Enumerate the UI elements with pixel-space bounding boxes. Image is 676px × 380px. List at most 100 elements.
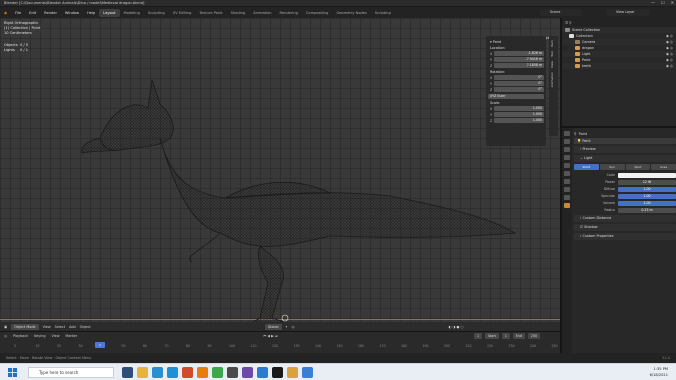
proportional-edit-icon[interactable]: ◎ (291, 325, 294, 329)
view-layer-selector[interactable]: View Layer (606, 9, 650, 16)
visibility-toggle-icon[interactable]: ◉ ◎ (666, 58, 673, 62)
workspace-tab-animation[interactable]: Animation (249, 11, 275, 15)
playhead[interactable]: 1 (95, 342, 105, 348)
rotation-x-row[interactable]: X 0° (488, 75, 544, 80)
world-tab-icon[interactable] (564, 171, 570, 176)
maximize-button[interactable]: ☐ (661, 0, 665, 7)
object-tab-icon[interactable] (564, 179, 570, 184)
light-data-name[interactable]: 💡 Point (574, 138, 676, 144)
task-view-icon[interactable] (122, 367, 133, 378)
menu-render[interactable]: Render (40, 11, 61, 15)
outliner-filter-icon[interactable]: ⚲ (569, 21, 571, 25)
property-value-field[interactable]: 1.00 (618, 200, 676, 206)
workspace-tab-scripting[interactable]: Scripting (371, 11, 395, 15)
visibility-toggle-icon[interactable]: ◉ ◎ (666, 34, 673, 38)
file-explorer-icon[interactable] (137, 367, 148, 378)
menu-object[interactable]: Object (80, 325, 91, 329)
mail-icon[interactable] (167, 367, 178, 378)
dragon-wireframe-mesh[interactable] (60, 68, 530, 328)
workspace-tab-layout[interactable]: Layout (99, 8, 120, 17)
snap-icon[interactable]: ⌖ (286, 325, 288, 329)
custom-distance-panel[interactable]: › Custom Distance (574, 215, 676, 222)
workspace-tab-sculpting[interactable]: Sculpting (144, 11, 169, 15)
scale-y-row[interactable]: Y 1.000 (488, 112, 544, 117)
light-type-point[interactable]: Point (574, 164, 599, 170)
blender-logo-icon[interactable]: ◉ (0, 11, 11, 15)
preview-panel[interactable]: › Preview (574, 146, 676, 153)
system-tray-clock[interactable]: 1:35 PM 6/18/2021 (650, 366, 668, 378)
start-frame-field[interactable]: 1 (501, 333, 510, 339)
office-icon[interactable] (182, 367, 193, 378)
tool-tab-icon[interactable] (564, 131, 570, 136)
sidebar-tab-view[interactable]: View (550, 61, 554, 68)
app-icon[interactable] (257, 367, 268, 378)
workspace-tab-compositing[interactable]: Compositing (302, 11, 333, 15)
app-icon[interactable] (272, 367, 283, 378)
minimize-button[interactable]: — (651, 0, 655, 7)
property-value-field[interactable]: 0.25 m (618, 207, 676, 213)
visibility-toggle-icon[interactable]: ◉ ◎ (666, 52, 673, 56)
render-tab-icon[interactable] (564, 139, 570, 144)
property-value-field[interactable]: 1.00 (618, 186, 676, 192)
light-data-tab-icon[interactable] (564, 203, 570, 208)
rotation-y-field[interactable]: 0° (494, 81, 544, 86)
scale-z-row[interactable]: Z 1.000 (488, 118, 544, 123)
location-z-field[interactable]: 7.1858 m (494, 63, 544, 68)
end-frame-field[interactable]: 250 (527, 333, 541, 339)
timeline-editor[interactable]: ◷ Playback Keying View Marker ⏮ ◀ ▶ ⏭ 1 … (0, 331, 560, 353)
menu-playback[interactable]: Playback (13, 334, 28, 338)
app-icon[interactable] (242, 367, 253, 378)
light-type-sun[interactable]: Sun (599, 164, 625, 170)
app-icon[interactable] (302, 367, 313, 378)
light-type-area[interactable]: Area (651, 164, 676, 170)
property-value-field[interactable]: 1.00 (618, 193, 676, 199)
app-icon[interactable] (287, 367, 298, 378)
rotation-z-row[interactable]: Z 0° (488, 87, 544, 92)
scale-x-field[interactable]: 1.000 (494, 106, 544, 111)
light-panel[interactable]: ⌄ Light (574, 155, 676, 162)
visibility-toggle-icon[interactable]: ◉ ◎ (666, 40, 673, 44)
constraints-tab-icon[interactable] (564, 195, 570, 200)
outliner-row[interactable]: teeth ◉ ◎ (562, 63, 676, 69)
location-x-field[interactable]: -1.626 m (494, 51, 544, 56)
shadow-panel[interactable]: ☑ Shadow (574, 224, 676, 231)
3d-viewport[interactable]: Right Orthographic (1) Collection | Poin… (0, 18, 560, 332)
taskbar-search-input[interactable]: Type here to search (28, 367, 114, 378)
view-layer-tab-icon[interactable] (564, 155, 570, 160)
edge-icon[interactable] (152, 367, 163, 378)
editor-type-icon[interactable]: ▣ (4, 325, 7, 329)
scale-x-row[interactable]: X 1.000 (488, 106, 544, 111)
shading-icon[interactable]: ◐ ◑ ● ○ (448, 325, 463, 329)
window-controls[interactable]: — ☐ ✕ (651, 0, 674, 7)
app-icon[interactable] (227, 367, 238, 378)
output-tab-icon[interactable] (564, 147, 570, 152)
menu-add[interactable]: Add (69, 325, 76, 329)
sidebar-tab-item[interactable]: Item (550, 40, 554, 47)
menu-select[interactable]: Select (55, 325, 65, 329)
current-frame-field[interactable]: 1 (474, 333, 483, 339)
sidebar-tab-animation[interactable]: Animation (550, 72, 554, 87)
menu-file[interactable]: File (11, 11, 25, 15)
menu-marker[interactable]: Marker (66, 334, 78, 338)
scale-z-field[interactable]: 1.000 (494, 118, 544, 123)
scene-tab-icon[interactable] (564, 163, 570, 168)
location-z-row[interactable]: Z 7.1858 m (488, 63, 544, 68)
physics-tab-icon[interactable] (564, 187, 570, 192)
workspace-tab-modeling[interactable]: Modeling (120, 11, 144, 15)
workspace-tab-uv-editing[interactable]: UV Editing (169, 11, 196, 15)
rotation-mode-select[interactable]: XYZ Euler (488, 94, 544, 99)
workspace-tab-texture-paint[interactable]: Texture Paint (195, 11, 226, 15)
blender-taskbar-icon[interactable] (197, 367, 208, 378)
scale-y-field[interactable]: 1.000 (494, 112, 544, 117)
location-x-row[interactable]: X -1.626 m (488, 51, 544, 56)
transform-orientation-select[interactable]: Global (264, 323, 282, 330)
chrome-icon[interactable] (212, 367, 223, 378)
visibility-toggle-icon[interactable]: ◉ ◎ (666, 64, 673, 68)
properties-editor[interactable]: ⚲ Point 💡 Point › Preview ⌄ Light Point … (560, 126, 676, 353)
menu-view[interactable]: View (52, 334, 60, 338)
scene-selector[interactable]: Scene (540, 9, 582, 16)
menu-help[interactable]: Help (83, 11, 99, 15)
menu-window[interactable]: Window (61, 11, 83, 15)
custom-properties-panel[interactable]: › Custom Properties (574, 233, 676, 240)
visibility-toggle-icon[interactable]: ◉ ◎ (666, 46, 673, 50)
